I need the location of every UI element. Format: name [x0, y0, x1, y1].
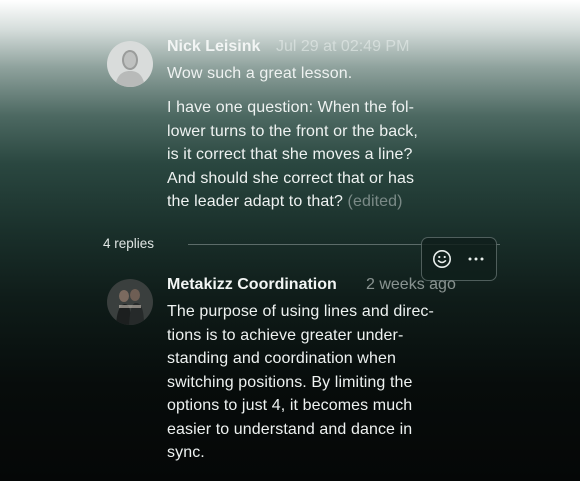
more-options-button[interactable]: [464, 247, 488, 271]
comment-author[interactable]: Nick Leisink: [167, 38, 260, 56]
comment-body: I have one question: When the fol- lower…: [167, 96, 418, 214]
reply-body-line: The purpose of using lines and direc-: [167, 303, 434, 320]
comment-body-line: lower turns to the front or the back,: [167, 122, 418, 140]
comment-body-line: I have one question: When the fol-: [167, 99, 415, 116]
reply-body-line: standing and coordination when: [167, 350, 396, 367]
avatar-metakizz-coordination[interactable]: [107, 279, 153, 325]
comment-body-line: the leader adapt to that?: [167, 193, 343, 210]
reply-body-line: tions is to achieve greater under-: [167, 326, 404, 344]
replies-count[interactable]: 4 replies: [103, 236, 154, 251]
smiley-icon: [433, 250, 451, 268]
reply-body: The purpose of using lines and direc- ti…: [167, 300, 434, 465]
reply-author[interactable]: Metakizz Coordination: [167, 276, 337, 294]
comment-line1: Wow such a great lesson.: [167, 65, 353, 82]
avatar-nick-leisink[interactable]: [107, 41, 153, 87]
reply-body-line: sync.: [167, 444, 205, 461]
message-action-toolbar: [421, 237, 497, 281]
reply-timestamp[interactable]: 2 weeks ago: [366, 276, 456, 294]
ellipsis-icon: [468, 257, 484, 261]
reply-body-line: options to just 4, it becomes much: [167, 397, 413, 414]
comment-body-line: And should she correct that or has: [167, 169, 415, 187]
comment-body-line: is it correct that she moves a line?: [167, 146, 413, 163]
reply-body-line: switching positions. By limiting the: [167, 373, 413, 391]
comment-body-line-last: the leader adapt to that? (edited): [167, 190, 418, 214]
edited-label: (edited): [347, 193, 403, 210]
reply-body-line: easier to understand and dance in: [167, 420, 413, 438]
comment-timestamp[interactable]: Jul 29 at 02:49 PM: [276, 38, 409, 56]
add-reaction-button[interactable]: [430, 247, 454, 271]
